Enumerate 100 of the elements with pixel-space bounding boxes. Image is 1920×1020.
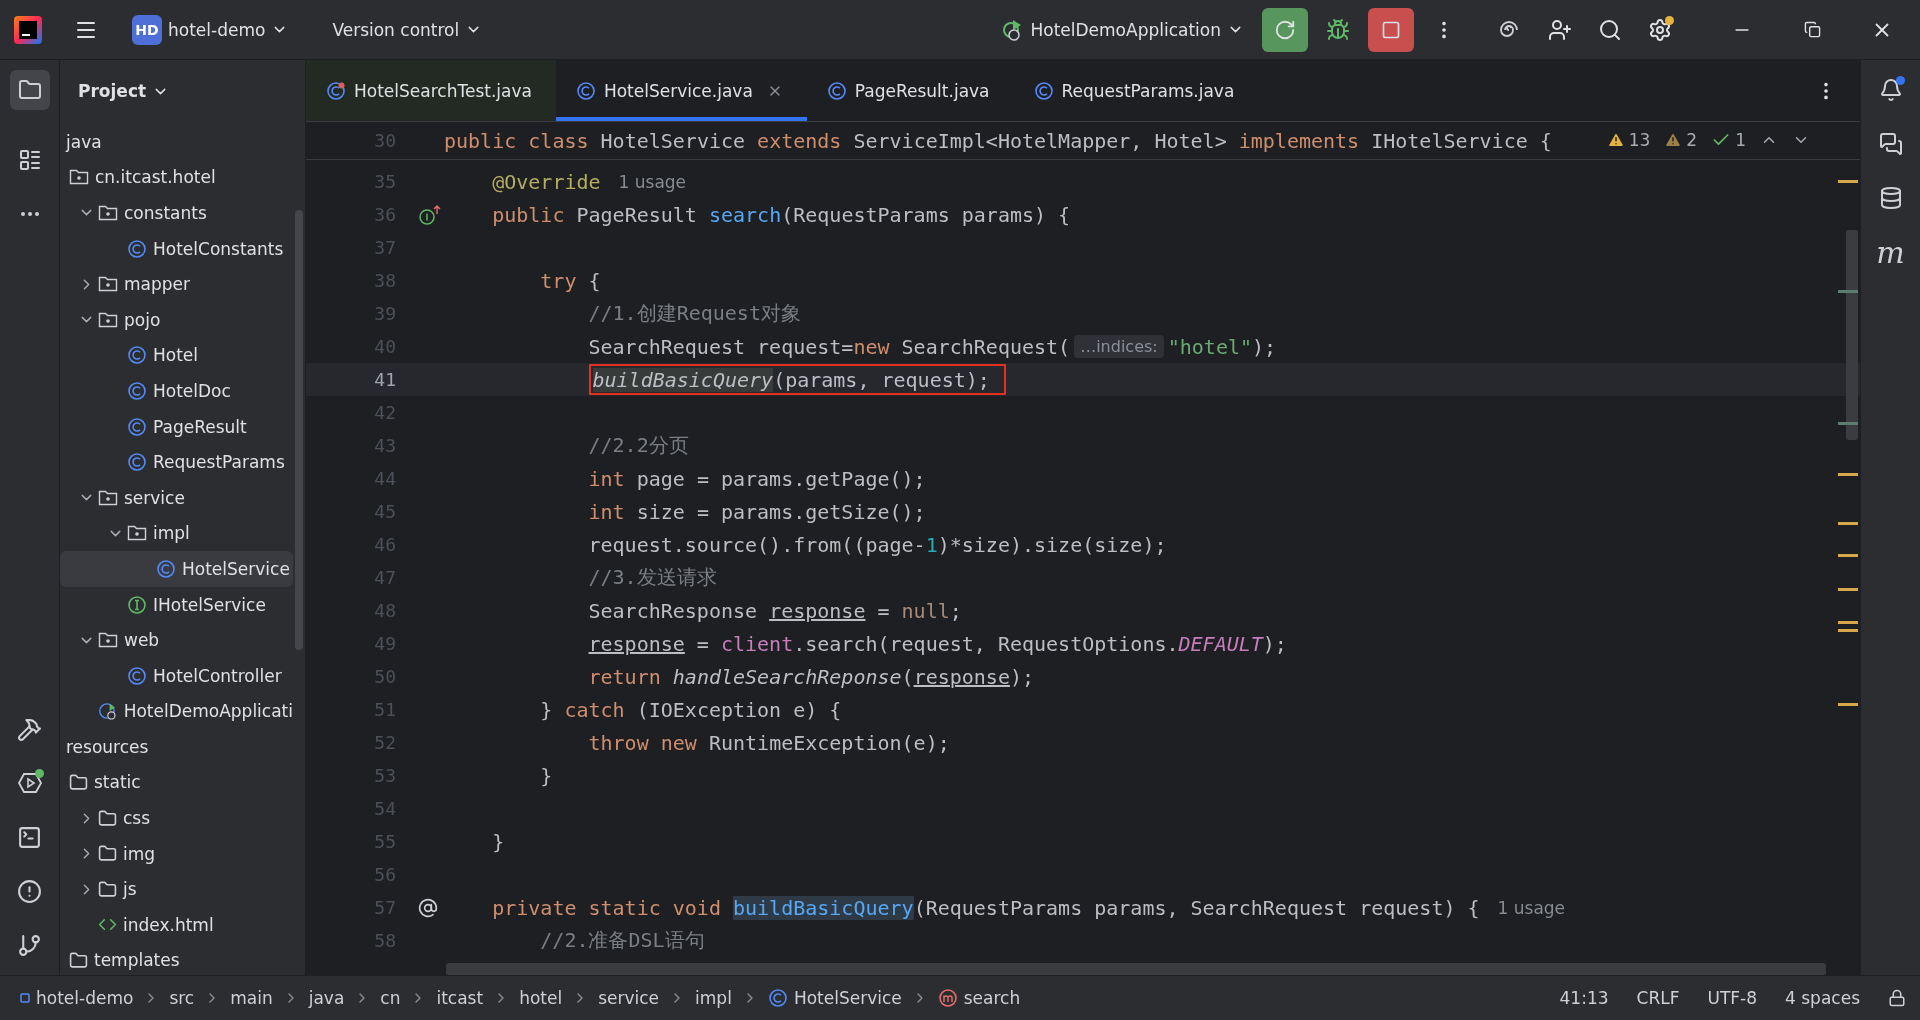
code-line: //2.2分页	[587, 432, 689, 459]
tree-item[interactable]: web	[60, 622, 293, 658]
tree-item[interactable]: java	[60, 124, 293, 160]
update-dot	[1665, 15, 1674, 25]
breadcrumb[interactable]: java	[308, 988, 345, 1008]
project-tool-button[interactable]	[9, 70, 50, 110]
tree-item[interactable]: HotelDoc	[60, 373, 293, 409]
caret-position[interactable]: 41:13	[1559, 988, 1609, 1008]
tree-item[interactable]: templates	[60, 942, 293, 975]
code-line: request.source().from((page-1)*size).size(size);	[587, 531, 1167, 559]
breadcrumb[interactable]: main	[230, 988, 273, 1008]
project-view-selector[interactable]: Project	[60, 60, 188, 122]
weak-warning-count[interactable]: 2	[1686, 130, 1698, 150]
structure-icon[interactable]	[17, 148, 42, 172]
folder-icon	[69, 950, 88, 970]
at-sign-icon[interactable]	[418, 897, 438, 918]
class-icon	[156, 558, 176, 579]
breadcrumb[interactable]: hotel-demo	[20, 988, 134, 1008]
tree-item[interactable]: mapper	[60, 266, 293, 302]
rerun-button[interactable]	[1262, 7, 1308, 52]
scrollbar-thumb[interactable]	[1846, 230, 1858, 440]
tree-item[interactable]: RequestParams	[60, 444, 293, 480]
problems-icon[interactable]	[17, 878, 42, 904]
tree-item[interactable]: IHotelService	[60, 586, 293, 623]
package-icon	[98, 631, 118, 650]
indent-setting[interactable]: 4 spaces	[1785, 988, 1860, 1008]
tree-item[interactable]: css	[60, 800, 293, 836]
tree-item[interactable]: PageResult	[60, 408, 293, 445]
code-line: public PageResult search(RequestParams params) {	[491, 201, 1071, 229]
bug-icon[interactable]	[1326, 17, 1350, 42]
tree-item[interactable]: resources	[60, 729, 293, 765]
tree-item[interactable]: HotelConstants	[60, 230, 293, 267]
breadcrumb[interactable]: cn	[380, 988, 401, 1008]
search-icon[interactable]	[1598, 17, 1622, 42]
file-encoding[interactable]: UTF-8	[1707, 988, 1758, 1008]
hammer-icon[interactable]	[17, 716, 42, 742]
tree-item[interactable]: HotelController	[60, 657, 293, 694]
app-logo-icon[interactable]	[14, 15, 42, 44]
tree-item[interactable]: HotelDemoApplicati	[60, 693, 293, 730]
editor-tab[interactable]: HotelSearchTest.java	[306, 60, 556, 121]
add-user-icon[interactable]	[1548, 17, 1572, 42]
lock-icon[interactable]	[1888, 989, 1906, 1007]
implements-icon[interactable]	[418, 203, 442, 226]
folder-icon[interactable]	[17, 78, 42, 102]
tree-item[interactable]: img	[60, 835, 293, 872]
code-line: //1.创建Request对象	[587, 300, 801, 327]
notifications-icon[interactable]	[1878, 78, 1903, 102]
warning-icon[interactable]	[1664, 131, 1683, 149]
line-separator[interactable]: CRLF	[1636, 988, 1680, 1008]
breadcrumb[interactable]: src	[169, 988, 195, 1008]
code-line: try {	[539, 267, 601, 295]
tree-item[interactable]: constants	[60, 195, 293, 231]
tree-item[interactable]: Hotel	[60, 337, 293, 374]
terminal-icon[interactable]	[17, 824, 42, 850]
class-icon	[575, 80, 596, 101]
tree-item[interactable]: pojo	[60, 301, 293, 338]
chat-icon[interactable]	[1878, 132, 1903, 156]
services-icon[interactable]	[16, 770, 43, 796]
class-icon	[767, 988, 788, 1008]
notification-dot	[1895, 76, 1905, 85]
scrollbar-thumb[interactable]	[295, 210, 303, 650]
settings-icon[interactable]	[1648, 17, 1672, 42]
code-line: throw new RuntimeException(e);	[587, 729, 950, 757]
breadcrumb[interactable]: service	[598, 988, 660, 1008]
code-line: private static void buildBasicQuery(RequestParams params, SearchRequest request) { 1 usage	[491, 894, 1566, 922]
tree-item[interactable]: service	[60, 479, 293, 516]
editor-tab[interactable]: RequestParams.java	[1013, 60, 1259, 121]
editor-tab[interactable]: PageResult.java	[806, 60, 1014, 121]
breadcrumb[interactable]: search	[937, 988, 1021, 1008]
class-icon	[127, 380, 147, 401]
code-line: //2.准备DSL语句	[539, 927, 705, 954]
breadcrumb[interactable]: itcast	[436, 988, 484, 1008]
class-icon	[326, 80, 346, 101]
tree-item[interactable]: js	[60, 871, 293, 908]
tree-item[interactable]: cn.itcast.hotel	[60, 159, 293, 196]
vcs-menu[interactable]: Version control	[324, 9, 491, 50]
tree-item[interactable]: index.html	[60, 907, 293, 943]
code-line: }	[539, 762, 553, 790]
code-line: //3.发送请求	[587, 564, 717, 591]
code-line: return handleSearchReponse(response);	[587, 663, 1035, 691]
breadcrumb[interactable]: HotelService	[767, 988, 902, 1008]
warning-icon[interactable]	[1606, 131, 1625, 149]
editor-tab[interactable]: HotelService.java	[555, 60, 807, 121]
stop-button[interactable]	[1368, 7, 1414, 52]
project-switcher[interactable]: HD hotel-demo	[124, 9, 297, 50]
database-icon[interactable]	[1878, 186, 1903, 210]
run-configuration-selector[interactable]: HotelDemoApplication	[990, 9, 1252, 50]
tree-item[interactable]: impl	[60, 515, 293, 552]
interface-icon	[127, 594, 147, 615]
git-branch-icon[interactable]	[17, 932, 42, 958]
horizontal-scrollbar[interactable]	[446, 963, 1826, 975]
warning-count[interactable]: 13	[1628, 130, 1651, 150]
tree-item[interactable]: static	[60, 764, 293, 801]
tree-item[interactable]: HotelService	[60, 551, 293, 587]
typo-count[interactable]: 1	[1735, 130, 1746, 150]
breadcrumb[interactable]: hotel	[519, 988, 563, 1008]
folder-icon	[98, 844, 117, 864]
restore-icon[interactable]	[1803, 21, 1821, 38]
class-icon	[127, 452, 147, 473]
breadcrumb[interactable]: impl	[695, 988, 732, 1008]
